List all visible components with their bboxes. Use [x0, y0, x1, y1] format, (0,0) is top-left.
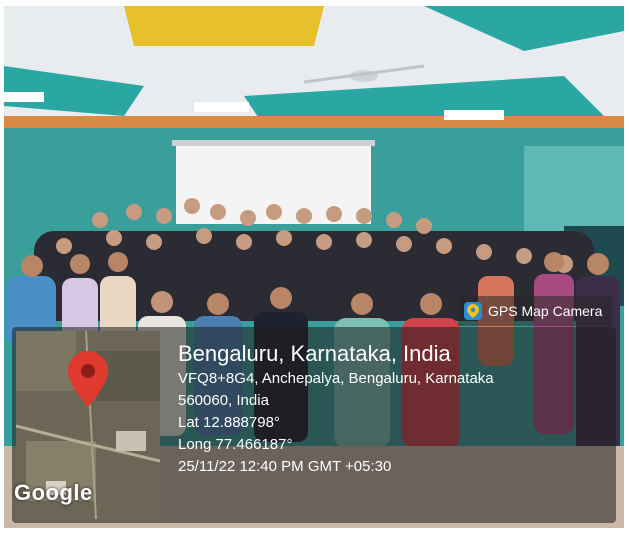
location-info: Bengaluru, Karnataka, India VFQ8+8G4, An…	[178, 340, 494, 478]
gps-badge-label: GPS Map Camera	[488, 303, 603, 319]
location-city: Bengaluru, Karnataka, India	[178, 341, 451, 366]
datetime: 25/11/22 12:40 PM GMT +05:30	[178, 458, 392, 475]
address-line-2: 560060, India	[178, 392, 269, 409]
gps-map-camera-icon	[464, 302, 482, 320]
address-line-1: VFQ8+8G4, Anchepalya, Bengaluru, Karnata…	[178, 370, 494, 387]
google-logo: Google	[14, 480, 93, 505]
latitude: Lat 12.888798°	[178, 414, 280, 431]
gps-map-camera-badge: GPS Map Camera	[458, 296, 613, 326]
map-pin-icon	[68, 351, 108, 407]
longitude: Long 77.466187°	[178, 436, 293, 453]
